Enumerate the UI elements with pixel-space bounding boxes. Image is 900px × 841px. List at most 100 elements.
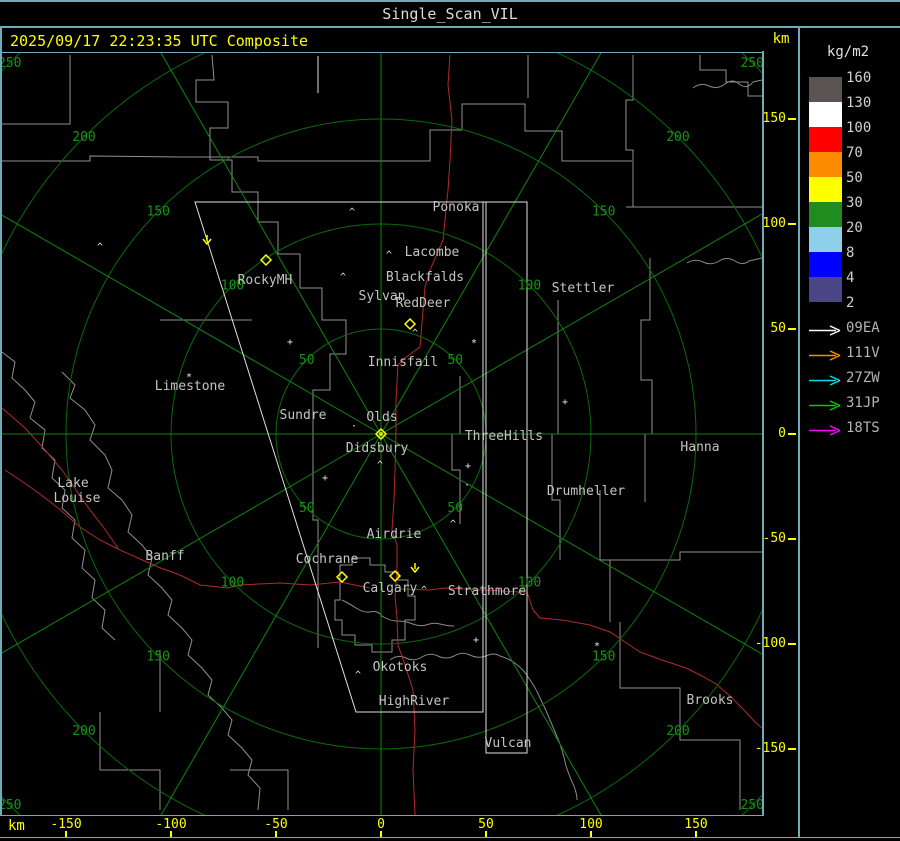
right-axis-tick <box>788 748 796 750</box>
city-label: Didsbury <box>346 441 409 456</box>
city-label: ThreeHills <box>465 429 543 444</box>
bottom-axis-tick <box>695 831 697 837</box>
legend-swatch <box>809 152 842 177</box>
radar-viewer-app: Single_Scan_VIL 2025/09/17 22:23:35 UTC … <box>0 0 900 841</box>
town-marker: + <box>322 473 328 484</box>
city-label: Calgary <box>363 581 418 596</box>
city-label: Cochrane <box>296 552 359 567</box>
right-axis-tick-label: -150 <box>754 741 786 756</box>
city-label: Olds <box>366 410 397 425</box>
right-axis-tick-label: -50 <box>762 531 786 546</box>
ring-label: 50 <box>299 501 315 516</box>
city-label: Brooks <box>687 693 734 708</box>
town-marker: ^ <box>421 585 427 596</box>
radial-line <box>129 0 382 435</box>
city-label: Vulcan <box>485 736 532 751</box>
town-marker: * <box>186 372 192 383</box>
city-label: HighRiver <box>379 694 450 709</box>
ring-label: 150 <box>147 204 170 219</box>
bottom-axis-tick <box>380 831 382 837</box>
map-panel[interactable]: 50 50 50 50 100 100 100 100 150 150 150 150 200 200 20… <box>0 0 900 841</box>
station-legend-item: 31JP <box>808 396 880 411</box>
town-marker: ^ <box>355 670 361 681</box>
radial-line <box>145 433 382 841</box>
right-axis-tick <box>788 538 796 540</box>
city-label: Okotoks <box>373 660 428 675</box>
right-axis-tick-label: -100 <box>754 636 786 651</box>
city-label: RockyMH <box>238 273 293 288</box>
legend-threshold: 160 <box>846 70 872 86</box>
ring-label: 200 <box>72 724 95 739</box>
bottom-axis-tick-label: -50 <box>264 817 288 832</box>
radial-line <box>380 433 900 735</box>
right-axis-tick <box>788 643 796 645</box>
scan-timestamp: 2025/09/17 22:23:35 UTC Composite <box>10 32 309 50</box>
legend-swatch <box>809 127 842 152</box>
bottom-axis-tick <box>275 831 277 837</box>
legend-threshold: 20 <box>846 220 863 236</box>
right-axis-tick-label: 0 <box>778 426 786 441</box>
legend-threshold: 70 <box>846 145 863 161</box>
ring-label: 100 <box>518 279 541 294</box>
legend-threshold: 130 <box>846 95 872 111</box>
town-marker: + <box>287 337 293 348</box>
legend-threshold: 8 <box>846 245 855 261</box>
legend-swatch <box>809 177 842 202</box>
town-marker: + <box>465 461 471 472</box>
town-marker: * <box>594 641 600 652</box>
station-legend-item: 09EA <box>808 321 880 336</box>
right-axis-tick-label: 150 <box>762 111 786 126</box>
bottom-axis-tick-label: 150 <box>684 817 708 832</box>
city-label: Hanna <box>680 440 719 455</box>
legend-panel: kg/m2 160 130 100 70 50 30 20 8 4 2 09EA 111V 27ZW 3… <box>800 28 900 837</box>
ring-label: 150 <box>592 204 615 219</box>
bottom-axis-tick-label: 50 <box>478 817 494 832</box>
ring-label: 250 <box>2 56 22 71</box>
radar-map[interactable]: 50 5050 50100 100100 100150 150150 150200 20020… <box>0 0 900 841</box>
legend-unit: kg/m2 <box>826 44 870 60</box>
city-labels: PonokaLacombeBlackfaldsSylvanRedDeerRock… <box>54 200 734 751</box>
town-marker: + <box>562 397 568 408</box>
town-marker: ^ <box>412 328 418 339</box>
station-id: 27ZW <box>846 370 880 386</box>
ring-label: 250 <box>740 798 762 813</box>
city-label: Louise <box>54 491 101 506</box>
city-label: Strathmore <box>448 584 526 599</box>
station-id: 111V <box>846 345 880 361</box>
station-arrow-icon <box>809 350 841 361</box>
legend-threshold: 100 <box>846 120 872 136</box>
info-bar: 2025/09/17 22:23:35 UTC Composite <box>2 28 762 52</box>
bottom-axis-tick-label: 100 <box>579 817 603 832</box>
right-axis: 150 100 50 0 -50 -100 -150 <box>755 53 798 815</box>
city-label: Drumheller <box>547 484 625 499</box>
legend-swatch <box>809 227 842 252</box>
bottom-axis: km -150 -100 -50 0 50 100 150 <box>0 816 798 837</box>
station-id: 09EA <box>846 320 880 336</box>
bottom-axis-unit: km <box>8 818 25 834</box>
radar-center-dot <box>379 432 383 436</box>
ring-label: 50 <box>447 353 463 368</box>
app-title: Single_Scan_VIL <box>382 5 518 23</box>
wind-arrow-marker <box>202 235 212 246</box>
ring-label: 50 <box>299 353 315 368</box>
right-axis-tick <box>788 433 796 435</box>
town-marker: ^ <box>377 460 383 471</box>
radar-site-marker <box>335 570 349 584</box>
legend-threshold: 2 <box>846 295 855 311</box>
right-axis-tick-label: 100 <box>762 216 786 231</box>
ring-label: 200 <box>666 724 689 739</box>
town-marker: ^ <box>386 250 392 261</box>
legend-swatch <box>809 252 842 277</box>
city-label: Lacombe <box>405 245 460 260</box>
station-id: 18TS <box>846 420 880 436</box>
bottom-axis-tick-label: -150 <box>50 817 82 832</box>
city-label: Sundre <box>280 408 327 423</box>
legend-swatch <box>809 277 842 302</box>
legend-threshold: 30 <box>846 195 863 211</box>
ring-label: 100 <box>221 575 244 590</box>
wind-arrow-marker <box>410 563 420 574</box>
bottom-axis-tick-label: 0 <box>377 817 385 832</box>
ring-label: 200 <box>666 130 689 145</box>
ring-label: 250 <box>2 798 22 813</box>
city-label: Ponoka <box>433 200 480 215</box>
